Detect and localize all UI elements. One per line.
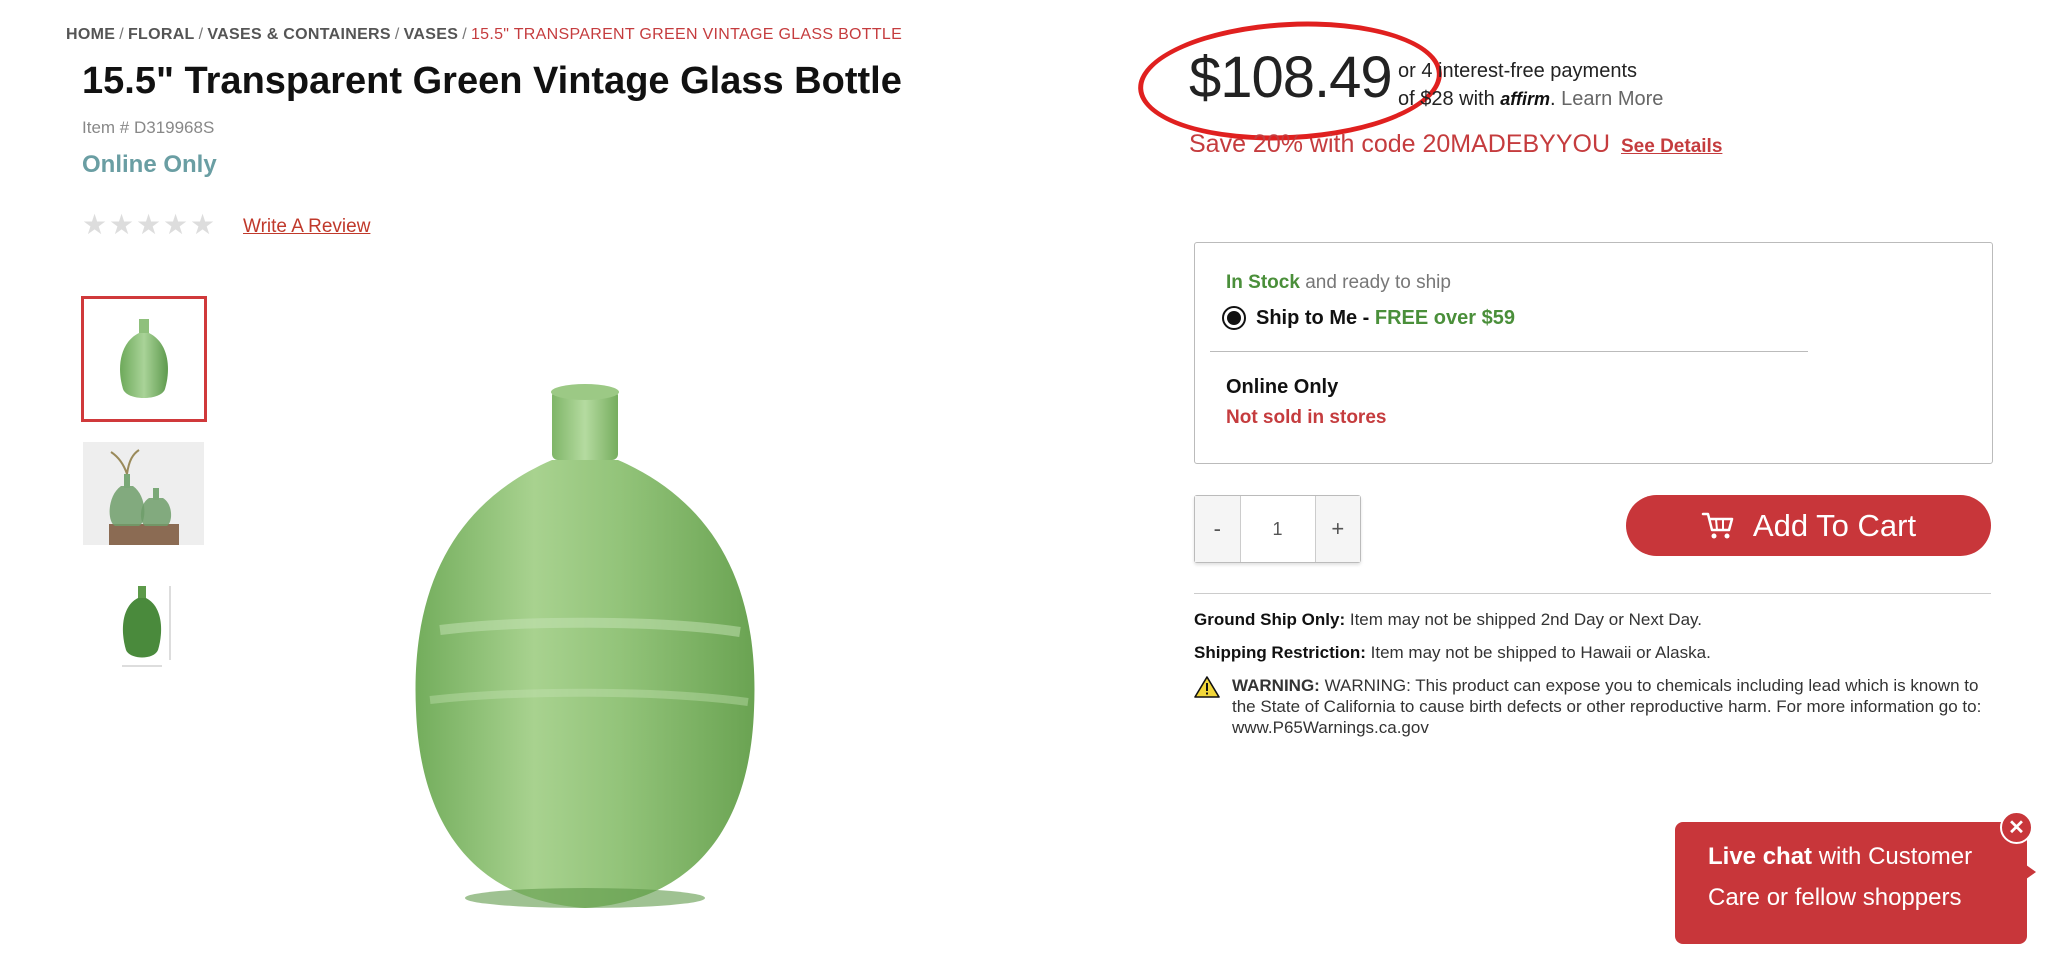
warning-icon [1194, 676, 1220, 698]
ship-option-text: Ship to Me - [1256, 307, 1370, 329]
chat-pointer [2022, 862, 2036, 882]
breadcrumb-separator: / [462, 26, 467, 43]
product-title: 15.5" Transparent Green Vintage Glass Bo… [82, 60, 902, 102]
star-icon: ★ [136, 209, 162, 240]
breadcrumb-separator: / [119, 26, 124, 43]
star-icon: ★ [109, 209, 135, 240]
close-icon[interactable]: ✕ [2000, 811, 2033, 844]
affirm-line-1: or 4 interest-free payments [1398, 60, 1637, 82]
live-chat-bold: Live chat [1708, 843, 1813, 870]
quantity-stepper: - + [1194, 495, 1361, 563]
quantity-input[interactable] [1239, 496, 1316, 562]
breadcrumb-separator: / [198, 26, 204, 43]
breadcrumb: HOME / FLORAL / VASES & CONTAINERS / VASES/15.… [66, 26, 902, 44]
breadcrumb-separator: / [394, 26, 400, 43]
add-to-cart-button[interactable]: Add To Cart [1626, 495, 1991, 556]
star-icon: ★ [82, 209, 108, 240]
divider [1194, 593, 1991, 594]
breadcrumb-vases[interactable]: VASES [404, 26, 459, 43]
warning-label: WARNING: [1232, 676, 1320, 695]
quantity-increase-button[interactable]: + [1315, 496, 1360, 562]
stock-status: In Stock and ready to ship [1226, 272, 1451, 294]
online-only-tag: Online Only [82, 151, 217, 178]
warning-text: WARNING: This product can expose you to … [1232, 676, 1982, 737]
in-stock-label: In Stock [1226, 272, 1300, 293]
affirm-text: of $28 with [1398, 88, 1495, 110]
rating-stars: ★ ★ ★ ★ ★ [82, 209, 216, 240]
ship-to-me-radio[interactable] [1222, 306, 1246, 330]
bottle-thumbnail-image [120, 319, 168, 398]
breadcrumb-floral[interactable]: FLORAL [128, 26, 195, 43]
live-chat-widget[interactable]: Live chat with Customer Care or fellow s… [1675, 822, 2027, 944]
add-to-cart-label: Add To Cart [1752, 507, 1917, 543]
free-shipping-text: FREE over $59 [1374, 307, 1515, 329]
affirm-logo: affirm [1500, 89, 1550, 109]
star-icon: ★ [190, 209, 216, 240]
item-number: Item # D319968S [82, 118, 215, 137]
shipping-restriction-text: Item may not be shipped to Hawaii or Ala… [1370, 643, 1711, 662]
star-icon: ★ [163, 209, 189, 240]
write-review-link[interactable]: Write A Review [243, 216, 370, 238]
shipping-restriction-note: Shipping Restriction: Item may not be sh… [1194, 643, 1711, 663]
ship-to-me-label[interactable]: Ship to Me - FREE over $59 [1256, 307, 1515, 330]
promo-message: Save 20% with code 20MADEBYYOU See Detai… [1189, 130, 1722, 159]
affirm-line-2: of $28 with affirm. Learn More [1398, 88, 1664, 110]
not-sold-in-stores: Not sold in stores [1226, 407, 1387, 428]
ground-ship-label: Ground Ship Only: [1194, 610, 1346, 629]
promo-text: Save 20% with code 20MADEBYYOU [1189, 130, 1611, 158]
ground-ship-text: Item may not be shipped 2nd Day or Next … [1349, 610, 1702, 629]
breadcrumb-current: 15.5" TRANSPARENT GREEN VINTAGE GLASS BO… [470, 26, 903, 43]
thumbnail-3[interactable] [83, 573, 204, 676]
quantity-decrease-button[interactable]: - [1195, 496, 1240, 562]
bottle-dimensions-thumbnail-image [121, 585, 170, 666]
main-product-image [415, 384, 755, 908]
prop65-warning: WARNING: WARNING: This product can expos… [1232, 675, 1987, 738]
online-only-label: Online Only [1226, 376, 1339, 398]
cart-icon [1701, 512, 1734, 538]
learn-more-link[interactable]: Learn More [1561, 88, 1663, 110]
radio-selected-dot [1227, 311, 1241, 325]
thumbnail-1[interactable] [81, 296, 207, 422]
bottle-lifestyle-thumbnail-image [83, 442, 204, 545]
divider [1210, 351, 1808, 352]
stock-suffix: and ready to ship [1305, 272, 1451, 293]
see-details-link[interactable]: See Details [1621, 136, 1722, 157]
ground-ship-note: Ground Ship Only: Item may not be shippe… [1194, 610, 1702, 630]
breadcrumb-vases-containers[interactable]: VASES & CONTAINERS [207, 26, 391, 43]
thumbnail-2[interactable] [83, 442, 204, 545]
breadcrumb-home[interactable]: HOME [66, 26, 115, 43]
shipping-restriction-label: Shipping Restriction: [1194, 643, 1366, 662]
